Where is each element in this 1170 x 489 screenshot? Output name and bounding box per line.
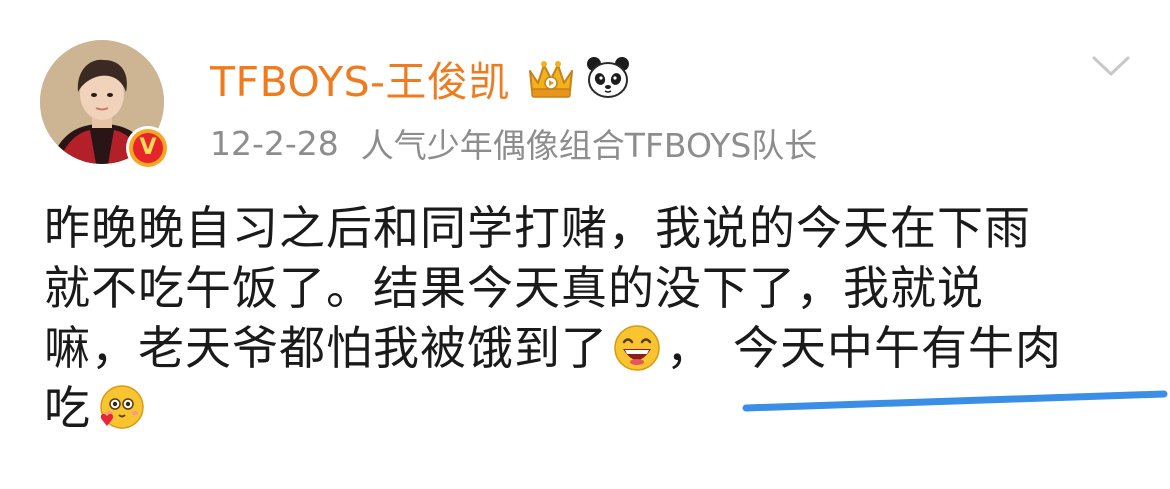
weibo-post: V TFBOYS-王俊凯 12-2-28 人气少年偶像组合TFBOYS队长 昨晚…: [0, 0, 1170, 489]
body-line: 嘛，老天爷都怕我被饿到了 ， 今天中午有牛肉: [44, 318, 1154, 378]
body-line: 昨晚晚自习之后和同学打赌，我说的今天在下雨: [44, 201, 1031, 255]
cute-love-emoji-icon: [95, 383, 145, 433]
username-row: TFBOYS-王俊凯: [210, 50, 632, 106]
verified-badge: V: [126, 126, 170, 170]
chevron-down-icon[interactable]: [1090, 52, 1132, 80]
post-body: 昨晚晚自习之后和同学打赌，我说的今天在下雨 就不吃午饭了。结果今天真的没下了，我…: [44, 198, 1154, 438]
post-date: 12-2-28: [210, 123, 339, 163]
username[interactable]: TFBOYS-王俊凯: [210, 48, 510, 108]
crown-badge-icon[interactable]: [524, 55, 578, 101]
body-line: 就不吃午饭了。结果今天真的没下了，我就说: [44, 261, 984, 315]
laughing-emoji-icon: [612, 323, 662, 373]
panda-icon[interactable]: [584, 54, 632, 102]
underlined-text: 今天中午有牛肉: [733, 321, 1062, 375]
post-meta: 12-2-28 人气少年偶像组合TFBOYS队长: [210, 118, 817, 168]
user-description: 人气少年偶像组合TFBOYS队长: [360, 126, 818, 165]
body-line: 吃: [44, 378, 1154, 438]
